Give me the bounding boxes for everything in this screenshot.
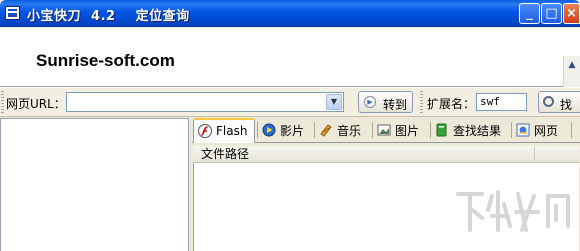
tab-webpage-label: 网页 (534, 123, 559, 138)
chevron-down-icon[interactable]: ▼ (326, 94, 342, 110)
tab-strip: Flash 影片 音乐 图片 查找结果 网页 (192, 118, 580, 143)
toolbar-grip[interactable] (1, 91, 4, 113)
tab-find-results[interactable]: 查找结果 (431, 119, 510, 141)
tab-webpage[interactable]: 网页 (512, 119, 570, 141)
address-toolbar: 网页URL： ▼ ▶ 转到 扩展名： swf 找 (0, 87, 580, 117)
tab-movie[interactable]: 影片 (258, 119, 313, 141)
url-combo-box[interactable]: ▼ (66, 92, 344, 112)
watermark-logo (456, 190, 570, 232)
go-arrow-icon: ▶ (364, 96, 376, 108)
tab-find-results-label: 查找结果 (453, 123, 502, 138)
webpage-icon (516, 123, 530, 137)
tab-movie-label: 影片 (280, 123, 305, 138)
url-label: 网页URL： (6, 97, 66, 111)
close-button[interactable]: × (563, 3, 580, 24)
magnifier-icon (543, 96, 554, 107)
tab-picture[interactable]: 图片 (373, 119, 429, 141)
find-button[interactable]: 找 (538, 91, 580, 113)
movie-icon (262, 123, 276, 137)
find-label: 找 (560, 98, 573, 112)
window-title: 小宝快刀 4.2 定位查询 (27, 9, 190, 24)
music-icon (320, 124, 332, 137)
tab-flash-label: Flash (216, 124, 248, 138)
left-tree-panel[interactable] (0, 118, 189, 251)
maximize-button[interactable]: □ (541, 3, 562, 24)
goto-label: 转到 (383, 98, 408, 112)
picture-icon (377, 124, 391, 136)
web-preview[interactable]: Sunrise-soft.com ▲ ◀ ▶ (0, 28, 580, 112)
column-divider[interactable] (534, 147, 535, 161)
find-results-icon (436, 123, 447, 137)
app-icon[interactable] (5, 6, 20, 20)
tab-flash[interactable]: Flash (193, 118, 255, 143)
tab-picture-label: 图片 (395, 123, 420, 138)
goto-button[interactable]: ▶ 转到 (358, 91, 413, 113)
preview-site-text: Sunrise-soft.com (36, 51, 175, 70)
extension-label: 扩展名： (427, 97, 476, 111)
minimize-button[interactable]: _ (519, 3, 540, 24)
title-bar: 小宝快刀 4.2 定位查询 _ □ × (0, 0, 580, 27)
column-header-file-path[interactable]: 文件路径 (201, 146, 249, 162)
flash-icon (198, 124, 212, 138)
extension-input[interactable]: swf (476, 93, 527, 111)
tab-music-label: 音乐 (337, 123, 362, 138)
scroll-up-icon[interactable]: ▲ (564, 60, 580, 70)
tab-music[interactable]: 音乐 (315, 119, 371, 141)
list-header: 文件路径 (193, 146, 579, 163)
toolbar-grip[interactable] (420, 91, 423, 113)
